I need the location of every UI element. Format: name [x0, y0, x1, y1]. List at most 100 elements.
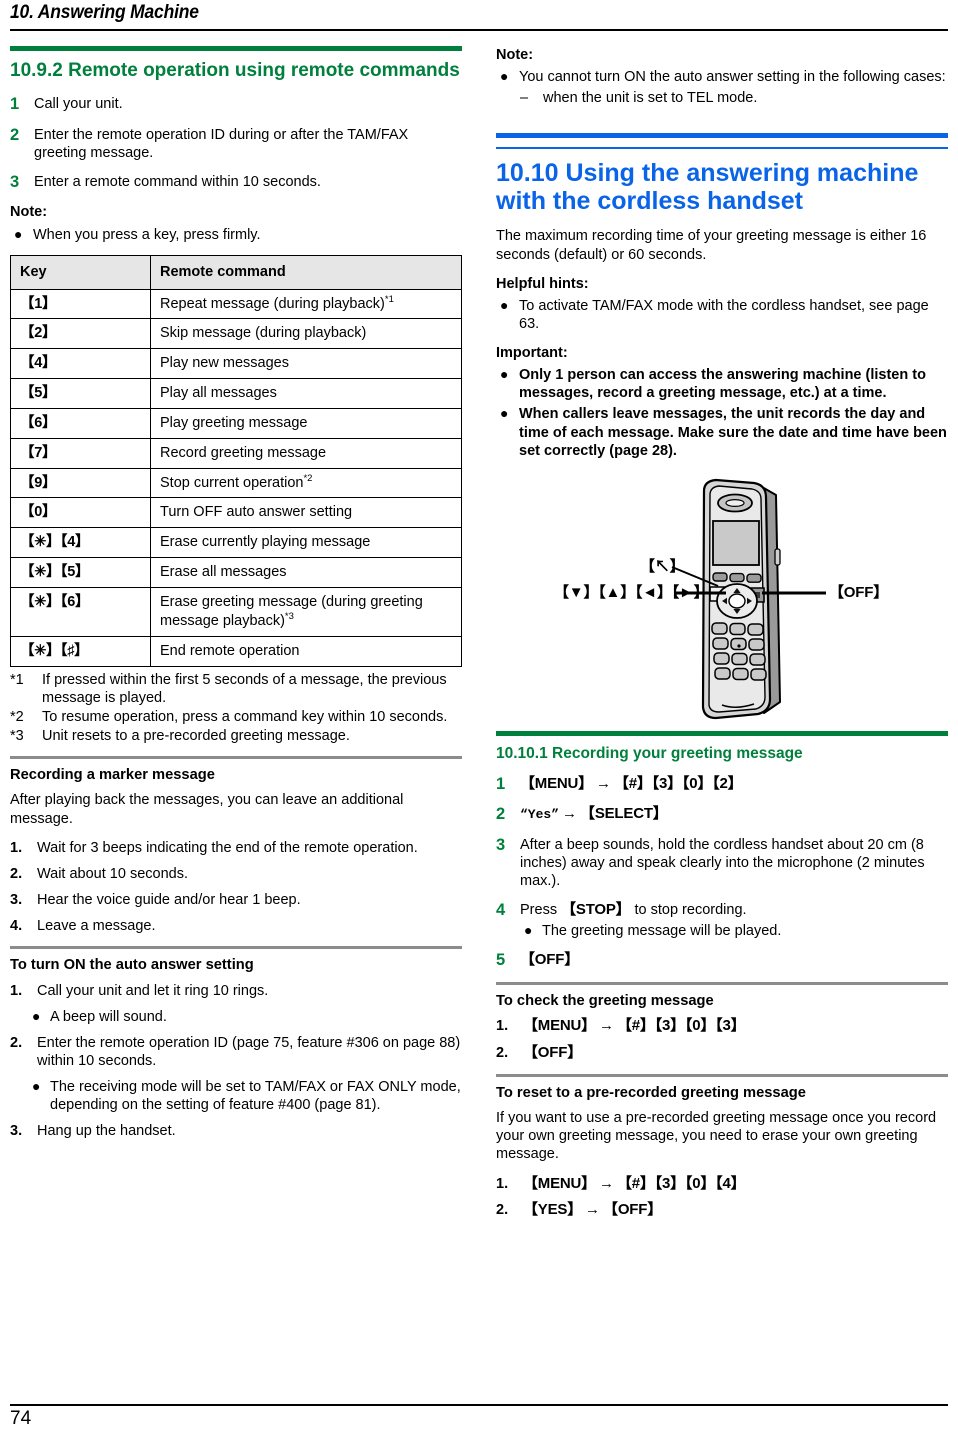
section-bar-blue-thin [496, 147, 948, 150]
document-page: 10. Answering Machine 10.9.2 Remote oper… [0, 0, 958, 1441]
note-label: Note: [496, 47, 534, 63]
list-item: 2. 【OFF】 [496, 1044, 948, 1063]
key-cell: 【2】 [10, 318, 151, 350]
footnote: *1 If pressed within the first 5 seconds… [10, 671, 462, 707]
step-item: 2 “Yes” → 【SELECT】 [496, 805, 948, 824]
list-item: 4. Leave a message. [10, 917, 462, 935]
section-divider [496, 981, 948, 985]
command-text: Turn OFF auto answer setting [160, 504, 353, 521]
cordless-handset-figure: 【↖】 【▼】【▲】【◄】【►】 【OFF】 [496, 471, 948, 729]
step-item: 4 Press 【STOP】 to stop recording. ● The … [496, 901, 948, 941]
step-text: 【MENU】 → 【#】【3】【0】【4】 [523, 1175, 948, 1194]
arrow-icon: → [598, 1017, 614, 1035]
key-sequence: 【#】【3】【0】【3】 [616, 1017, 746, 1035]
step-text: Enter the remote operation ID (page 75, … [37, 1034, 461, 1069]
marker-message-intro: After playing back the messages, you can… [10, 792, 404, 827]
step-text: 【YES】 → 【OFF】 [523, 1201, 948, 1220]
step-number: 2. [496, 1045, 509, 1062]
key-cell: 【✳】【♯】 [10, 635, 151, 667]
table-row: 【✳】【4】 Erase currently playing message [10, 527, 462, 559]
footnote-text: If pressed within the first 5 seconds of… [42, 671, 447, 706]
arrow-icon: → [595, 774, 611, 792]
command-text: Play all messages [160, 385, 277, 402]
sub-bullet-item: ● The receiving mode will be set to TAM/… [28, 1078, 462, 1114]
key-off: 【OFF】 [520, 951, 579, 969]
key-cell: 【✳】【4】 [10, 527, 151, 559]
step-text: Wait for 3 beeps indicating the end of t… [37, 839, 418, 856]
table-row: 【✳】【6】 Erase greeting message (during gr… [10, 586, 462, 637]
important-text: When callers leave messages, the unit re… [519, 406, 947, 459]
list-item: 1. 【MENU】 → 【#】【3】【0】【3】 [496, 1017, 948, 1036]
sub-bullet-text: The greeting message will be played. [542, 923, 782, 940]
command-cell: Play greeting message [150, 407, 462, 439]
list-item: 2. Wait about 10 seconds. [10, 865, 462, 883]
step-text: 【OFF】 [523, 1044, 948, 1063]
section-heading-10-10: 10.10 Using the answering machine with t… [496, 159, 919, 216]
step-text: After a beep sounds, hold the cordless h… [520, 836, 925, 889]
section-bar-blue [496, 133, 948, 139]
step-number: 3. [10, 891, 23, 908]
arrow-icon: → [585, 1201, 601, 1219]
recording-steps: 1 【MENU】 → 【#】【3】【0】【2】 2 “Yes” → 【SELECT】 3… [496, 775, 948, 971]
column-header-command: Remote command [150, 254, 462, 290]
running-header: 10. Answering Machine [10, 2, 948, 31]
step-text: 【MENU】 → 【#】【3】【0】【2】 [520, 775, 948, 794]
table-header-row: Key Remote command [10, 254, 462, 290]
table-row: 【6】 Play greeting message [10, 407, 462, 439]
step-number: 3 [10, 172, 20, 191]
command-text: Erase all messages [160, 564, 287, 581]
key-sequence: 【#】【3】【0】【4】 [616, 1174, 746, 1192]
footer-divider [10, 1404, 948, 1406]
command-cell: Erase all messages [150, 557, 462, 588]
step-text: Enter a remote command within 10 seconds… [34, 173, 321, 190]
step-text: “Yes” → 【SELECT】 [520, 805, 948, 824]
reset-greeting-steps: 1. 【MENU】 → 【#】【3】【0】【4】 2. 【YES】 → 【OFF】 [496, 1175, 948, 1221]
list-item: ● Only 1 person can access the answering… [496, 366, 948, 402]
key-cell: 【4】 [10, 348, 151, 380]
footnote-ref: *3 [284, 611, 294, 622]
key-off: 【OFF】 [603, 1201, 663, 1219]
command-text: Play new messages [160, 355, 289, 372]
list-item: ● When you press a key, press firmly. [10, 226, 462, 244]
command-text: Play greeting message [160, 414, 308, 431]
sub-list-item: – when the unit is set to TEL mode. [520, 89, 948, 107]
table-row: 【9】 Stop current operation*2 [10, 467, 462, 499]
remote-operation-steps: 1 Call your unit. 2 Enter the remote ope… [10, 95, 462, 192]
key-cell: 【7】 [10, 437, 151, 469]
step-text: Call your unit and let it ring 10 rings. [37, 982, 269, 999]
step-number: 2 [10, 125, 20, 144]
footnote-mark: *3 [10, 727, 24, 744]
hint-text: To activate TAM/FAX mode with the cordle… [519, 297, 929, 332]
key-menu: 【MENU】 [520, 774, 593, 792]
chapter-title: 10. Answering Machine [10, 2, 199, 23]
step-text-post: to stop recording. [630, 901, 747, 918]
note-text: You cannot turn ON the auto answer setti… [519, 69, 946, 86]
footnote-text: Unit resets to a pre-recorded greeting m… [42, 727, 350, 744]
step-text: Enter the remote operation ID during or … [34, 126, 409, 161]
table-row: 【4】 Play new messages [10, 348, 462, 380]
callout-navigator-keys: 【▼】【▲】【◄】【►】 [554, 583, 709, 601]
sub-note-text: when the unit is set to TEL mode. [543, 90, 758, 107]
key-cell: 【0】 [10, 497, 151, 529]
sub-bullet-text: The receiving mode will be set to TAM/FA… [50, 1079, 461, 1114]
step-number: 1. [10, 982, 23, 999]
command-cell: Skip message (during playback) [150, 318, 462, 350]
subsection-bar-green [496, 730, 948, 736]
list-item: 2. Enter the remote operation ID (page 7… [10, 1034, 462, 1115]
step-number: 3. [10, 1123, 23, 1140]
command-text: End remote operation [160, 642, 300, 659]
command-cell: Repeat message (during playback)*1 [150, 288, 462, 320]
callout-off-key: 【OFF】 [829, 583, 888, 601]
note-text: When you press a key, press firmly. [33, 226, 261, 243]
right-column: Note: ● You cannot turn ON the auto answ… [496, 46, 948, 1228]
step-item: 2 Enter the remote operation ID during o… [10, 126, 462, 162]
list-item: 3. Hear the voice guide and/or hear 1 be… [10, 891, 462, 909]
step-item: 3 Enter a remote command within 10 secon… [10, 173, 462, 192]
footnote: *3 Unit resets to a pre-recorded greetin… [10, 727, 462, 745]
command-text: Record greeting message [160, 444, 327, 461]
section-divider [10, 756, 462, 760]
list-item: 3. Hang up the handset. [10, 1122, 462, 1140]
command-cell: Record greeting message [150, 437, 462, 469]
step-number: 3 [496, 835, 506, 854]
key-menu: 【MENU】 [523, 1017, 596, 1035]
